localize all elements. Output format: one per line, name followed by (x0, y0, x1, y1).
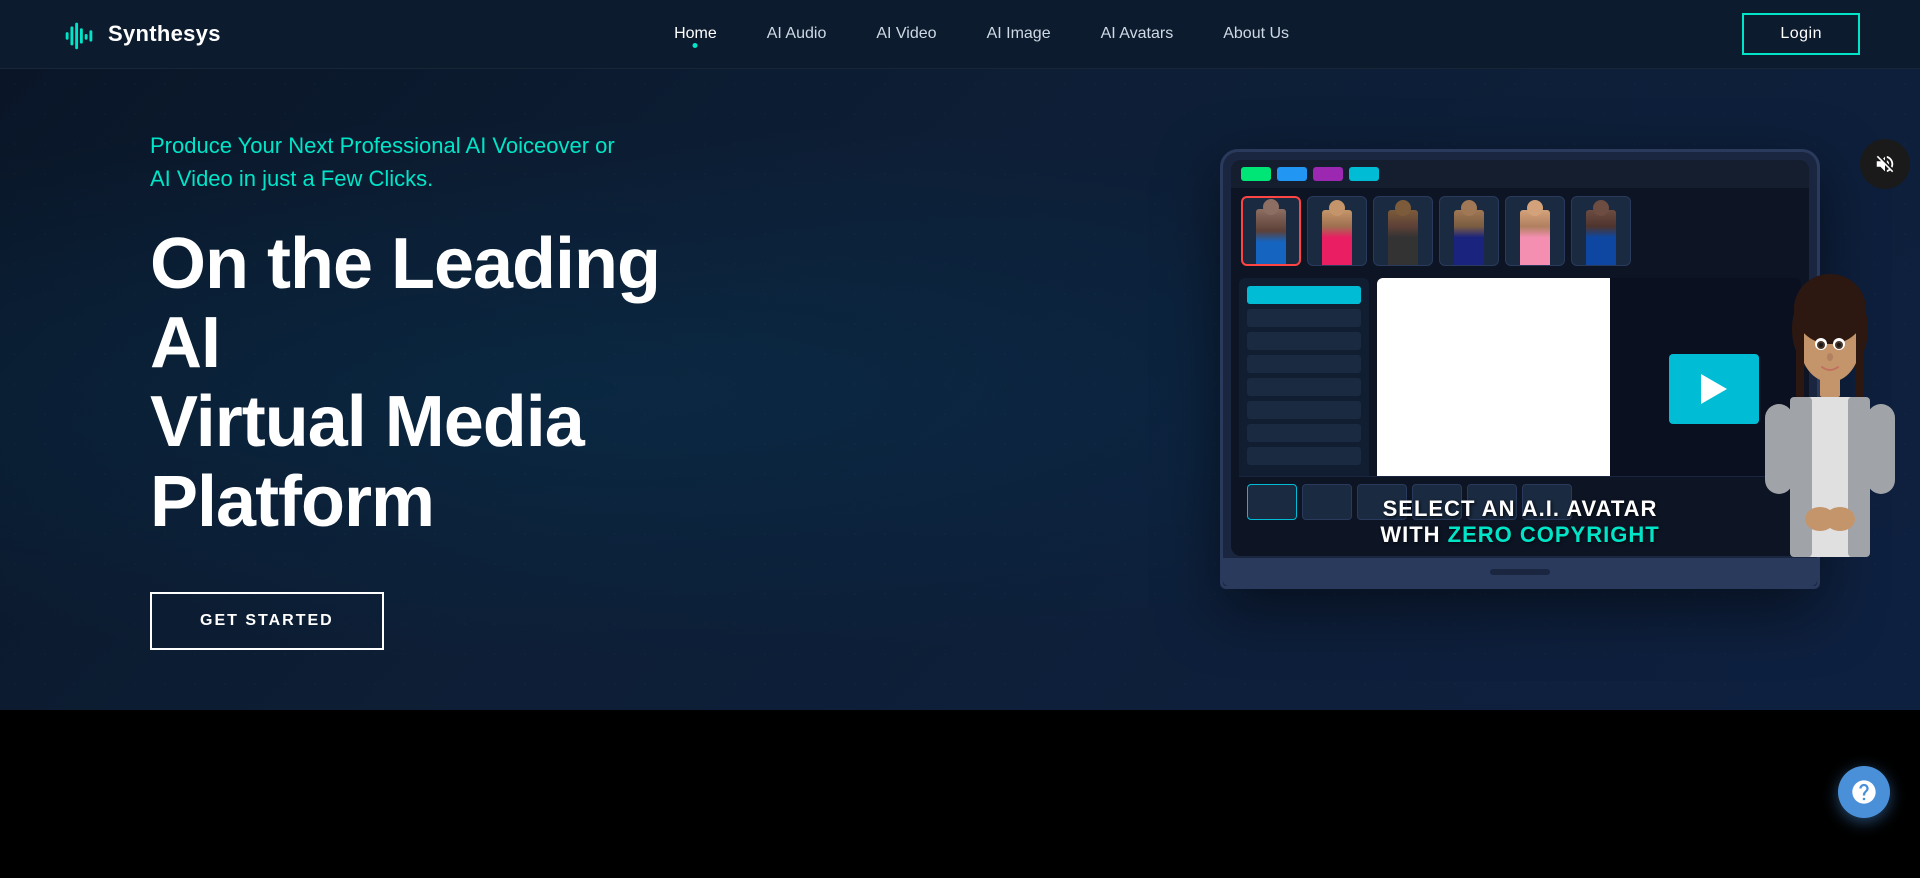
nav-item-ai-image[interactable]: AI Image (987, 25, 1051, 43)
bottom-bar (0, 710, 1920, 878)
laptop-base (1223, 558, 1817, 586)
avatar-person-2 (1322, 210, 1352, 265)
laptop-overlay-text: SELECT AN A.I. AVATAR WITH ZERO COPYRIGH… (1223, 496, 1817, 548)
support-button[interactable] (1838, 766, 1890, 818)
get-started-button[interactable]: GET STARTED (150, 592, 384, 650)
screen-main-area (1231, 274, 1809, 504)
laptop-mockup: SELECT AN A.I. AVATAR WITH ZERO COPYRIGH… (1220, 149, 1820, 589)
hero-subtitle: Produce Your Next Professional AI Voiceo… (150, 129, 700, 195)
login-button[interactable]: Login (1742, 13, 1860, 55)
overlay-line2: WITH ZERO COPYRIGHT (1223, 522, 1817, 548)
avatar-thumb-1 (1241, 196, 1301, 266)
avatar-figure-3 (1374, 197, 1432, 265)
nav-link-ai-image[interactable]: AI Image (987, 25, 1051, 42)
overlay-line1: SELECT AN A.I. AVATAR (1223, 496, 1817, 522)
nav-item-about-us[interactable]: About Us (1223, 25, 1289, 43)
screen-video-area (1377, 278, 1801, 500)
nav-item-ai-video[interactable]: AI Video (876, 25, 936, 43)
panel-item-1 (1247, 286, 1361, 304)
avatar-person-6 (1586, 210, 1616, 265)
mute-icon (1874, 153, 1896, 175)
nav-link-ai-video[interactable]: AI Video (876, 25, 936, 42)
hero-section: Produce Your Next Professional AI Voiceo… (0, 69, 1920, 710)
nav-right: Login (1742, 13, 1860, 55)
play-triangle-icon (1701, 374, 1727, 404)
screen-btn-purple (1313, 167, 1343, 181)
nav-item-ai-avatars[interactable]: AI Avatars (1101, 25, 1174, 43)
panel-item-3 (1247, 332, 1361, 350)
avatar-svg (1740, 249, 1920, 649)
avatar-figure-1 (1243, 198, 1299, 264)
overlay-with-text: WITH (1380, 522, 1447, 547)
screen-btn-blue (1277, 167, 1307, 181)
panel-item-5 (1247, 378, 1361, 396)
screen-btn-group (1241, 167, 1379, 181)
nav-item-ai-audio[interactable]: AI Audio (767, 25, 827, 43)
avatar-thumb-4 (1439, 196, 1499, 266)
avatar-thumb-3 (1373, 196, 1433, 266)
mute-button[interactable] (1860, 139, 1910, 189)
support-icon (1850, 778, 1878, 806)
screen-btn-cyan (1349, 167, 1379, 181)
hero-media: SELECT AN A.I. AVATAR WITH ZERO COPYRIGH… (1220, 129, 1920, 649)
panel-item-8 (1247, 447, 1361, 465)
avatar-figure-6 (1572, 197, 1630, 265)
panel-item-4 (1247, 355, 1361, 373)
panel-item-2 (1247, 309, 1361, 327)
avatar-thumb-5 (1505, 196, 1565, 266)
screen-left-panel (1239, 278, 1369, 500)
avatar-person-3 (1388, 210, 1418, 265)
panel-item-6 (1247, 401, 1361, 419)
avatar-person-5 (1520, 210, 1550, 265)
nav-link-about-us[interactable]: About Us (1223, 25, 1289, 42)
panel-item-7 (1247, 424, 1361, 442)
nav-menu: Home AI Audio AI Video AI Image AI Avata… (674, 25, 1289, 43)
nav-link-ai-audio[interactable]: AI Audio (767, 25, 827, 42)
video-white-area (1377, 278, 1610, 500)
laptop-notch (1490, 569, 1550, 575)
avatar-person-4 (1454, 210, 1484, 265)
nav-link-home[interactable]: Home (674, 25, 717, 42)
brand-name: Synthesys (108, 21, 221, 47)
avatar-figure-2 (1308, 197, 1366, 265)
navbar: Synthesys Home AI Audio AI Video AI Imag… (0, 0, 1920, 69)
laptop-body: SELECT AN A.I. AVATAR WITH ZERO COPYRIGH… (1220, 149, 1820, 589)
screen-top-bar (1231, 160, 1809, 188)
hero-content: Produce Your Next Professional AI Voiceo… (0, 129, 700, 650)
overlay-zero-copyright: ZERO COPYRIGHT (1448, 522, 1660, 547)
avatar-figure-4 (1440, 197, 1498, 265)
nav-link-ai-avatars[interactable]: AI Avatars (1101, 25, 1174, 42)
ai-avatar-figure (1740, 249, 1920, 649)
screen-avatars-row (1231, 188, 1809, 274)
avatar-thumb-6 (1571, 196, 1631, 266)
hero-title-line1: On the Leading AI (150, 224, 660, 383)
hero-title-line2: Virtual Media Platform (150, 382, 584, 541)
logo-icon (60, 15, 98, 53)
logo-link[interactable]: Synthesys (60, 15, 221, 53)
avatar-figure-5 (1506, 197, 1564, 265)
screen-btn-green (1241, 167, 1271, 181)
avatar-person-1 (1256, 209, 1286, 264)
hero-title: On the Leading AI Virtual Media Platform (150, 225, 700, 542)
avatar-thumb-2 (1307, 196, 1367, 266)
nav-item-home[interactable]: Home (674, 25, 717, 43)
